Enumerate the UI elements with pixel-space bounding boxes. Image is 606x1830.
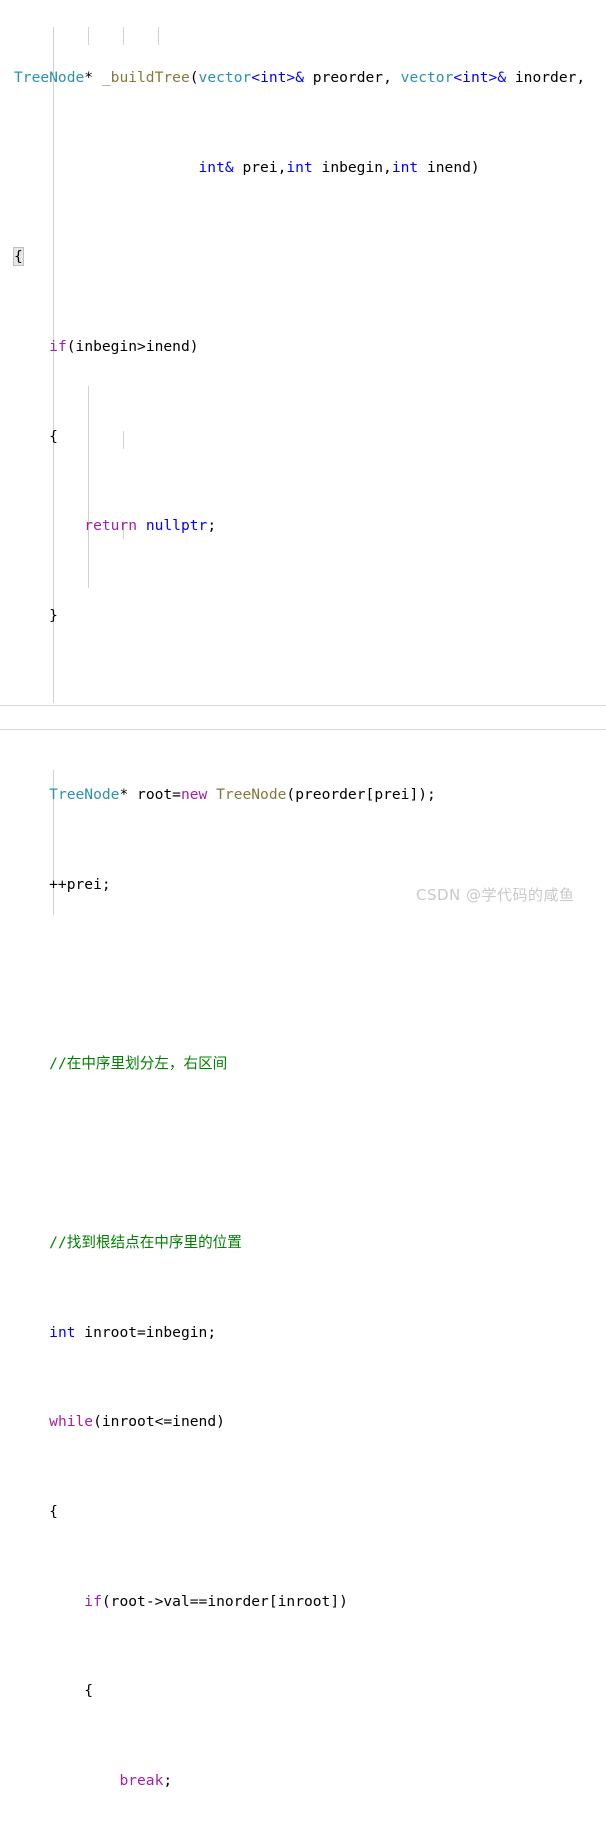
token-identifier: root= — [137, 786, 181, 804]
code-line[interactable]: if(inbegin>inend) — [0, 336, 606, 358]
token-punct: ) — [216, 1413, 225, 1431]
token-control: break — [119, 1771, 164, 1789]
token-punct: >& — [286, 69, 304, 87]
token-punct: >& — [488, 69, 507, 87]
token-punct: [ — [268, 1592, 278, 1610]
token-punct: [ — [365, 786, 375, 804]
code-line[interactable]: { — [0, 246, 606, 268]
token-operator: * — [119, 786, 138, 804]
token-identifier: inbegin, — [312, 158, 392, 176]
token-identifier: root->val==inorder — [110, 1592, 269, 1610]
token-identifier: inorder, — [506, 69, 586, 87]
token-punct: ( — [189, 69, 199, 87]
token-identifier: preorder — [295, 786, 366, 804]
code-line[interactable] — [0, 963, 606, 985]
token-keyword: int — [462, 69, 489, 87]
token-control: while — [49, 1413, 94, 1431]
token-type: TreeNode — [49, 786, 120, 804]
token-punct: < — [453, 69, 463, 87]
token-punct: ]) — [409, 786, 428, 804]
token-control: if — [49, 338, 67, 356]
token-type: vector — [198, 69, 252, 87]
code-line[interactable]: break; — [0, 1770, 606, 1792]
token-punct: ( — [66, 338, 76, 356]
token-type: TreeNode — [216, 786, 287, 804]
token-keyword: int — [286, 158, 313, 176]
token-identifier: inroot<=inend — [101, 1413, 217, 1431]
token-punct: ( — [286, 786, 296, 804]
code-line[interactable]: if(root->val==inorder[inroot]) — [0, 1591, 606, 1613]
code-line[interactable]: return nullptr; — [0, 515, 606, 537]
token-type: vector — [400, 69, 454, 87]
code-line[interactable]: int inroot=inbegin; — [0, 1322, 606, 1344]
token-comment: //在中序里划分左，右区间 — [49, 1054, 228, 1072]
token-control: return — [84, 517, 138, 535]
token-operator: * — [84, 69, 102, 87]
token-keyword: int& — [198, 158, 234, 176]
code-line[interactable]: } — [0, 605, 606, 627]
code-line[interactable] — [0, 1143, 606, 1165]
token-identifier: inroot — [277, 1592, 331, 1610]
token-type: TreeNode — [14, 69, 85, 87]
token-identifier: inroot=inbegin — [75, 1323, 208, 1341]
brace-match-highlight: { — [13, 247, 24, 267]
token-punct: ( — [93, 1413, 102, 1431]
code-line[interactable]: //找到根结点在中序里的位置 — [0, 1232, 606, 1254]
csdn-watermark: CSDN @学代码的咸鱼 — [416, 886, 575, 904]
code-line[interactable] — [0, 694, 606, 716]
token-identifier: inbegin>inend — [75, 338, 190, 356]
token-punct: ) — [189, 338, 199, 356]
token-punct: ) — [470, 158, 480, 176]
code-line[interactable]: TreeNode* _buildTree(vector<int>& preord… — [0, 67, 606, 89]
token-punct: ]) — [330, 1592, 348, 1610]
token-identifier: preorder, — [304, 69, 401, 87]
code-line[interactable]: while(inroot<=inend) — [0, 1411, 606, 1433]
token-function: _buildTree — [101, 69, 190, 87]
token-keyword: int — [391, 158, 419, 176]
code-content[interactable]: TreeNode* _buildTree(vector<int>& preord… — [0, 0, 606, 1830]
token-keyword: nullptr — [145, 517, 208, 535]
token-identifier: prei — [374, 786, 410, 804]
token-identifier: prei, — [233, 158, 287, 176]
code-line[interactable]: //在中序里划分左，右区间 — [0, 1053, 606, 1075]
code-line[interactable]: { — [0, 1501, 606, 1523]
code-editor-viewport[interactable]: TreeNode* _buildTree(vector<int>& preord… — [0, 0, 606, 1789]
code-line[interactable]: { — [0, 426, 606, 448]
code-line[interactable]: int& prei,int inbegin,int inend) — [0, 157, 606, 179]
code-line[interactable]: { — [0, 1680, 606, 1702]
token-keyword: new — [180, 786, 208, 804]
token-punct: ( — [101, 1592, 111, 1610]
token-keyword: int — [260, 69, 287, 87]
code-line[interactable]: TreeNode* root=new TreeNode(preorder[pre… — [0, 784, 606, 806]
token-control: if — [84, 1592, 102, 1610]
token-punct: < — [251, 69, 261, 87]
token-keyword: int — [49, 1323, 76, 1341]
token-comment: //找到根结点在中序里的位置 — [49, 1234, 242, 1252]
token-identifier: inend — [418, 158, 471, 176]
